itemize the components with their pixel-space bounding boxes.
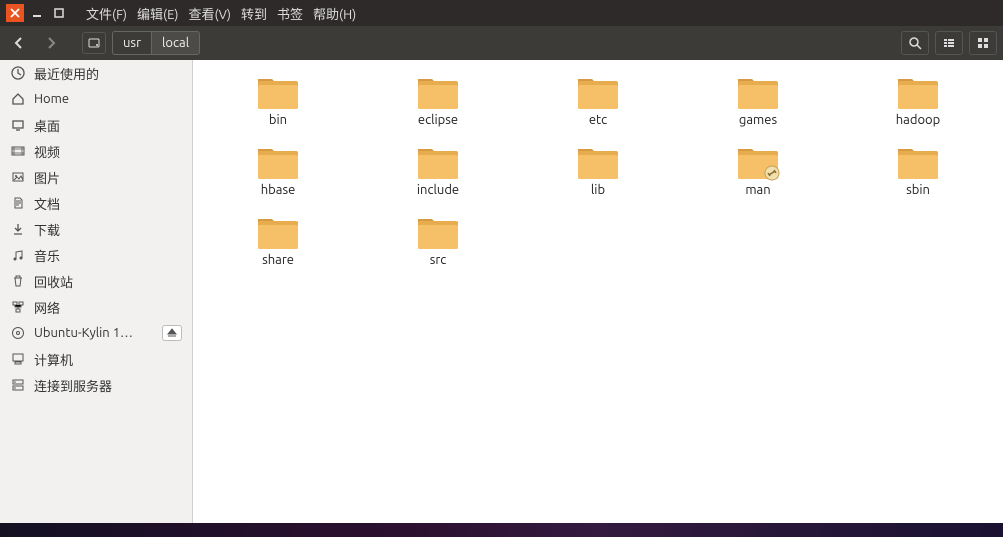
sidebar-item-连接到服务器[interactable]: 连接到服务器 [0,372,192,398]
path-root-drive-icon[interactable] [82,32,106,54]
folder-item-bin[interactable]: bin [223,70,333,130]
file-manager-window: 文件(F) 编辑(E) 查看(V) 转到 书签 帮助(H) usr local [0,0,1003,523]
sidebar-item-最近使用的[interactable]: 最近使用的 [0,60,192,86]
folder-icon [416,213,460,251]
folder-link-icon [736,143,780,181]
folder-item-hadoop[interactable]: hadoop [863,70,973,130]
search-button[interactable] [901,31,929,55]
folder-label: etc [589,113,607,127]
window-close-button[interactable] [6,4,24,22]
folder-item-sbin[interactable]: sbin [863,140,973,200]
nav-forward-button[interactable] [38,31,64,55]
folder-icon [896,73,940,111]
folder-icon [256,143,300,181]
folder-label: bin [269,113,287,127]
window-minimize-button[interactable] [28,4,46,22]
folder-label: lib [591,183,605,197]
download-icon [10,221,26,237]
sidebar-item-label: 下载 [34,220,60,239]
sidebar-item-label: Home [34,92,69,106]
folder-icon [256,73,300,111]
sidebar-item-label: 视频 [34,142,60,161]
folder-icon [416,73,460,111]
sidebar-item-回收站[interactable]: 回收站 [0,268,192,294]
sidebar-item-label: 网络 [34,298,60,317]
sidebar-item-Home[interactable]: Home [0,86,192,112]
sidebar-item-Ubuntu-Kylin 1…[interactable]: Ubuntu-Kylin 1… [0,320,192,346]
folder-item-include[interactable]: include [383,140,493,200]
file-view[interactable]: bin eclipse etc games hadoop hbase include lib m… [193,60,1003,523]
folder-item-share[interactable]: share [223,210,333,270]
folder-icon [416,143,460,181]
toolbar: usr local [0,26,1003,60]
folder-item-eclipse[interactable]: eclipse [383,70,493,130]
sidebar-item-桌面[interactable]: 桌面 [0,112,192,138]
folder-label: hadoop [896,113,941,127]
network-icon [10,299,26,315]
sidebar-item-label: 桌面 [34,116,60,135]
menu-file[interactable]: 文件(F) [86,4,127,23]
music-icon [10,247,26,263]
view-list-button[interactable] [935,31,963,55]
sidebar-item-文档[interactable]: 文档 [0,190,192,216]
folder-label: games [739,113,777,127]
window-maximize-button[interactable] [50,4,68,22]
trash-icon [10,273,26,289]
folder-label: hbase [261,183,296,197]
folder-item-hbase[interactable]: hbase [223,140,333,200]
folder-item-lib[interactable]: lib [543,140,653,200]
sidebar-item-计算机[interactable]: 计算机 [0,346,192,372]
folder-icon [896,143,940,181]
folder-icon [736,73,780,111]
sidebar-item-label: 图片 [34,168,60,187]
titlebar: 文件(F) 编辑(E) 查看(V) 转到 书签 帮助(H) [0,0,1003,26]
sidebar-item-label: 连接到服务器 [34,376,112,395]
sidebar-item-label: 音乐 [34,246,60,265]
folder-label: include [417,183,459,197]
sidebar-item-下载[interactable]: 下载 [0,216,192,242]
desktop-icon [10,117,26,133]
path-segment-local[interactable]: local [151,31,200,55]
folder-label: eclipse [418,113,458,127]
sidebar-item-label: 文档 [34,194,60,213]
home-icon [10,91,26,107]
folder-label: man [745,183,770,197]
sidebar-item-音乐[interactable]: 音乐 [0,242,192,268]
folder-icon [576,143,620,181]
path-segment-usr[interactable]: usr [112,31,151,55]
menu-edit[interactable]: 编辑(E) [137,4,178,23]
computer-icon [10,351,26,367]
folder-label: sbin [906,183,930,197]
sidebar-item-网络[interactable]: 网络 [0,294,192,320]
documents-icon [10,195,26,211]
folder-item-man[interactable]: man [703,140,813,200]
menu-view[interactable]: 查看(V) [189,4,231,23]
folder-icon [256,213,300,251]
sidebar-item-label: Ubuntu-Kylin 1… [34,326,133,340]
server-icon [10,377,26,393]
folder-label: share [262,253,294,267]
folder-label: src [430,253,447,267]
disc-icon [10,325,26,341]
sidebar-item-label: 回收站 [34,272,73,291]
sidebar-item-label: 计算机 [34,350,73,369]
menu-help[interactable]: 帮助(H) [313,4,356,23]
menu-go[interactable]: 转到 [241,4,267,23]
pictures-icon [10,169,26,185]
places-sidebar: 最近使用的 Home 桌面视频图片文档下载音乐回收站网络 Ubuntu-Kylin 1… [0,60,193,523]
video-icon [10,143,26,159]
sidebar-item-label: 最近使用的 [34,64,99,83]
folder-icon [576,73,620,111]
clock-icon [10,65,26,81]
menubar: 文件(F) 编辑(E) 查看(V) 转到 书签 帮助(H) [86,4,356,23]
nav-back-button[interactable] [6,31,32,55]
folder-item-games[interactable]: games [703,70,813,130]
eject-icon[interactable] [162,325,182,341]
menu-bookmarks[interactable]: 书签 [277,4,303,23]
folder-item-etc[interactable]: etc [543,70,653,130]
sidebar-item-图片[interactable]: 图片 [0,164,192,190]
sidebar-item-视频[interactable]: 视频 [0,138,192,164]
folder-item-src[interactable]: src [383,210,493,270]
view-grid-button[interactable] [969,31,997,55]
